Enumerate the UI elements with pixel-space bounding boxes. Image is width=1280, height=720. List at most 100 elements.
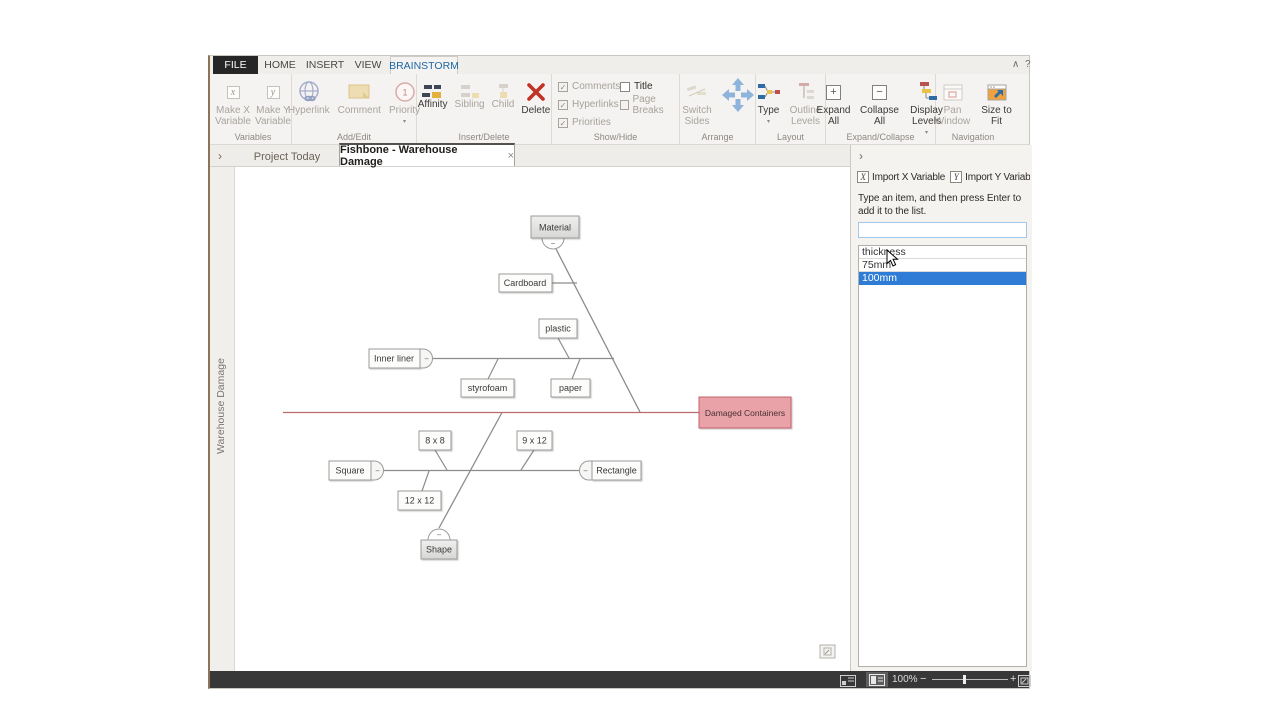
group-show-hide: Comments Hyperlinks Priorities Title Pag… [552,74,680,144]
svg-text:paper: paper [559,383,582,393]
svg-text:Inner liner: Inner liner [374,354,414,364]
tab-file[interactable]: FILE [213,56,258,74]
switch-sides-icon [685,79,709,105]
map-title-vertical[interactable]: Warehouse Damage [215,306,227,506]
comment-button[interactable]: Comment [338,74,381,125]
map-view-button[interactable] [866,672,888,687]
ribbon-tab-bar: FILE HOME INSERT VIEW BRAINSTORM ∧ ? [210,56,1029,74]
node-damaged-containers[interactable]: Damaged Containers [699,397,791,428]
node-8x8[interactable]: 8 x 8 [419,431,451,450]
shape-collapse-icon[interactable]: − [437,531,442,540]
sibling-button[interactable]: Sibling [455,74,485,111]
square-collapse-icon[interactable]: − [375,467,380,476]
close-tab-icon[interactable]: × [508,150,514,162]
doc-tab-project-today[interactable]: Project Today [242,148,332,166]
add-item-input[interactable] [858,222,1027,238]
delete-x-icon [526,79,546,105]
zoom-slider-track[interactable] [932,679,1008,680]
size-to-fit-icon [987,79,1007,105]
doc-tab-fishbone-label: Fishbone - Warehouse Damage [340,144,502,168]
zoom-in-button[interactable]: + [1010,673,1016,685]
group-arrange: Switch Sides Arrange [680,74,756,144]
affinity-button[interactable]: Affinity [418,74,448,111]
status-bar: 100% − + [210,671,1029,688]
node-cardboard[interactable]: Cardboard [499,274,552,292]
inner-liner-collapse-icon[interactable]: − [424,355,429,364]
type-icon [757,79,781,105]
item-list-panel: › X Import X Variable Y Import Y Variabl… [850,145,1032,671]
node-shape[interactable]: Shape [421,540,457,559]
checkbox-priorities-box [558,118,568,128]
list-item-100mm[interactable]: 100mm [859,272,1026,285]
zoom-out-button[interactable]: − [920,673,926,685]
zoom-level: 100% [892,674,918,685]
priority-button[interactable]: 1 Priority ▾ [389,74,420,125]
sibling-icon [459,83,481,99]
checkbox-page-breaks-box [620,100,629,110]
svg-text:plastic: plastic [545,324,571,334]
node-paper[interactable]: paper [551,379,590,397]
child-button[interactable]: Child [492,74,515,111]
node-9x12[interactable]: 9 x 12 [517,431,552,450]
move-arrows-icon [720,76,756,114]
collapse-ribbon-icon[interactable]: ∧ [1012,59,1019,70]
make-x-variable-button[interactable]: x Make X Variable [214,74,252,128]
node-inner-liner[interactable]: Inner liner − [369,349,433,368]
move-arrows-control[interactable] [720,76,756,119]
collapse-all-button[interactable]: − Collapse All [860,74,900,136]
checkbox-priorities[interactable]: Priorities [558,116,620,129]
material-collapse-icon[interactable]: − [551,239,556,248]
expand-all-button[interactable]: + Expand All [815,74,853,136]
tab-insert[interactable]: INSERT [302,56,348,74]
svg-text:Rectangle: Rectangle [596,466,637,476]
switch-sides-button[interactable]: Switch Sides [679,74,715,128]
import-y-variable-button[interactable]: Y Import Y Variable [950,169,1030,185]
svg-text:Shape: Shape [426,545,452,555]
svg-text:Damaged Containers: Damaged Containers [705,408,785,418]
list-item-thickness[interactable]: thickness [859,246,1026,259]
affinity-icon [422,83,444,99]
tab-view[interactable]: VIEW [348,56,388,74]
fit-to-window-button[interactable] [1018,674,1031,692]
type-button[interactable]: Type ▾ [757,74,781,128]
type-dropdown-icon[interactable]: ▾ [767,118,770,125]
bone-styrofoam [488,359,498,379]
zoom-slider-thumb[interactable] [963,675,966,684]
node-plastic[interactable]: plastic [539,319,577,338]
panel-collapse-icon[interactable]: › [859,149,863,163]
svg-text:Cardboard: Cardboard [504,278,547,288]
node-material[interactable]: Material [531,216,579,238]
diagram-canvas: − − Material Cardboard plastic [235,167,850,671]
list-item-75mm[interactable]: 75mm [859,259,1026,272]
rectangle-collapse-icon[interactable]: − [583,467,588,476]
bone-9x12 [521,450,534,470]
node-styrofoam[interactable]: styrofoam [461,379,514,397]
tab-home[interactable]: HOME [258,56,302,74]
make-y-variable-button[interactable]: y Make Y Variable [254,74,292,128]
canvas-fit-widget[interactable] [820,645,835,658]
group-add-edit: Hyperlink Comment 1 Priority ▾ [292,74,417,144]
checkbox-comments[interactable]: Comments [558,80,620,93]
checkbox-hyperlinks[interactable]: Hyperlinks [558,98,620,111]
help-icon[interactable]: ? [1025,59,1031,70]
node-rectangle[interactable]: Rectangle − [580,461,642,480]
priority-icon: 1 [394,79,416,105]
tab-brainstorm[interactable]: BRAINSTORM [390,56,458,74]
checkbox-title[interactable]: Title [620,80,679,93]
sidebar-expand-icon[interactable]: › [218,149,222,163]
doc-tab-fishbone[interactable]: Fishbone - Warehouse Damage × [339,143,515,166]
node-12x12[interactable]: 12 x 12 [398,491,441,510]
size-to-fit-button[interactable]: Size to Fit [980,74,1014,128]
checkbox-hyperlinks-box [558,100,568,110]
svg-text:9 x 12: 9 x 12 [522,436,547,446]
checkbox-page-breaks[interactable]: Page Breaks [620,98,679,111]
hyperlink-button[interactable]: Hyperlink [288,74,330,125]
outline-view-button[interactable] [840,674,856,692]
pan-window-button[interactable]: Pan Window [933,74,973,128]
priority-dropdown-icon[interactable]: ▾ [403,118,406,125]
svg-text:8 x 8: 8 x 8 [425,436,445,446]
delete-button[interactable]: Delete [521,74,550,117]
item-list: thickness 75mm 100mm [858,245,1027,667]
import-x-variable-button[interactable]: X Import X Variable [857,169,945,185]
node-square[interactable]: Square − [329,461,384,480]
